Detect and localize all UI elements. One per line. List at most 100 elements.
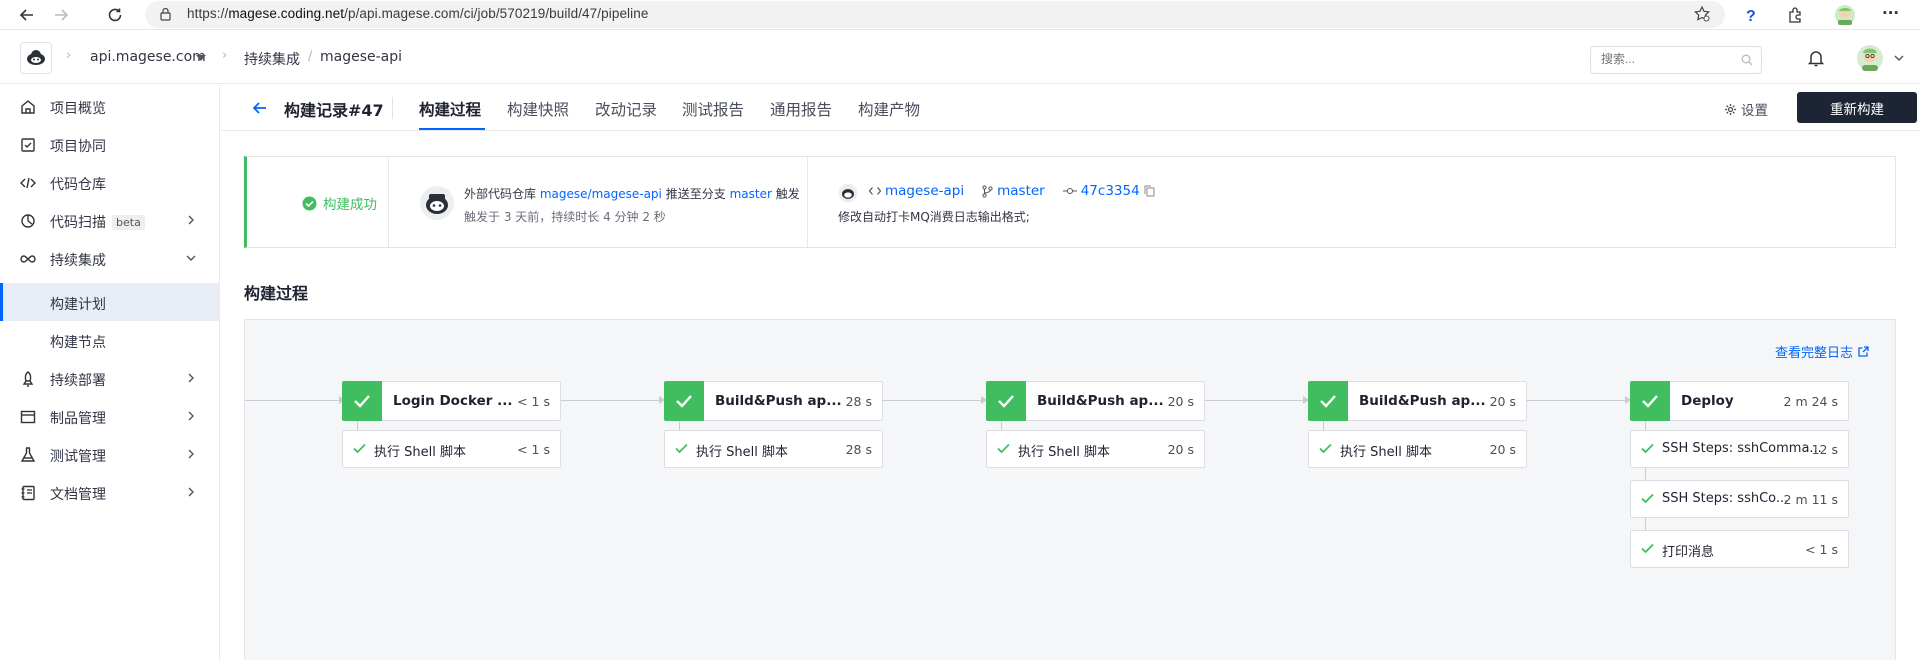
app-header: › api.magese.com › 持续集成 / magese-api bbox=[0, 30, 1920, 84]
tab-test-report[interactable]: 测试报告 bbox=[682, 98, 744, 120]
section-title: 构建过程 bbox=[244, 284, 309, 303]
tab-artifacts[interactable]: 构建产物 bbox=[858, 98, 920, 120]
breadcrumb-separator: / bbox=[308, 49, 313, 64]
build-status-card: 构建成功 外部代码仓库 magese/magese-api 推送至分支 mast… bbox=[244, 156, 1896, 248]
step-ssh-command[interactable]: SSH Steps: sshCo... 2 m 11 s bbox=[1630, 480, 1849, 518]
breadcrumb-chevron-icon: › bbox=[222, 48, 228, 63]
active-tab-indicator bbox=[419, 128, 485, 130]
coding-logo[interactable] bbox=[20, 42, 52, 74]
breadcrumb-repo[interactable]: magese-api bbox=[320, 49, 402, 65]
repo-link[interactable]: magese-api bbox=[885, 183, 964, 199]
task-check-icon bbox=[20, 137, 36, 153]
step-check-icon bbox=[997, 443, 1010, 454]
pipeline-connector bbox=[561, 400, 661, 401]
browser-toolbar: https://magese.coding.net/p/api.magese.c… bbox=[0, 0, 1920, 30]
external-link-icon bbox=[1858, 346, 1869, 357]
favorite-star-icon[interactable] bbox=[1693, 5, 1711, 23]
infinity-icon bbox=[20, 251, 36, 267]
step-check-icon bbox=[1641, 493, 1654, 504]
step-connector bbox=[357, 420, 358, 430]
stage-build-push-2[interactable]: Build&Push ap... 20 s bbox=[986, 381, 1205, 421]
search-box[interactable] bbox=[1590, 46, 1762, 74]
address-bar[interactable]: https://magese.coding.net/p/api.magese.c… bbox=[145, 1, 1725, 28]
sidebar-item-artifacts[interactable]: 制品管理 bbox=[0, 397, 220, 435]
step-shell-script[interactable]: 执行 Shell 脚本 < 1 s bbox=[342, 430, 561, 468]
trigger-time: 触发于 3 天前，持续时长 4 分钟 2 秒 bbox=[464, 210, 666, 224]
pipeline-canvas: 查看完整日志 Login Docker ... < 1 s 执行 Shell 脚… bbox=[244, 319, 1896, 660]
sidebar-item-repository[interactable]: 代码仓库 bbox=[0, 163, 220, 201]
chevron-right-icon bbox=[185, 214, 197, 226]
tab-general-report[interactable]: 通用报告 bbox=[770, 98, 832, 120]
trigger-branch-link[interactable]: master bbox=[730, 187, 772, 201]
divider bbox=[388, 157, 389, 247]
caret-down-icon[interactable] bbox=[196, 55, 206, 61]
sidebar-item-build-plans[interactable]: 构建计划 bbox=[0, 283, 220, 321]
step-shell-script[interactable]: 执行 Shell 脚本 20 s bbox=[1308, 430, 1527, 468]
view-full-log-link[interactable]: 查看完整日志 bbox=[1775, 342, 1869, 361]
rebuild-button[interactable]: 重新构建 bbox=[1797, 92, 1917, 123]
step-shell-script[interactable]: 执行 Shell 脚本 28 s bbox=[664, 430, 883, 468]
settings-button[interactable]: 设置 bbox=[1724, 99, 1768, 119]
build-record-header: 构建记录#47 构建过程 构建快照 改动记录 测试报告 通用报告 构建产物 设置… bbox=[221, 85, 1920, 131]
beta-badge: beta bbox=[112, 215, 145, 230]
forward-arrow-icon[interactable] bbox=[50, 4, 72, 26]
sidebar-item-ci[interactable]: 持续集成 bbox=[0, 239, 220, 277]
project-switcher[interactable]: api.magese.com bbox=[90, 49, 206, 65]
sidebar-item-cd[interactable]: 持续部署 bbox=[0, 359, 220, 397]
step-shell-script[interactable]: 执行 Shell 脚本 20 s bbox=[986, 430, 1205, 468]
step-connector bbox=[679, 420, 680, 430]
sidebar-item-code-scan[interactable]: 代码扫描 beta bbox=[0, 201, 220, 239]
trigger-avatar bbox=[419, 185, 455, 221]
tab-build-process[interactable]: 构建过程 bbox=[419, 98, 481, 120]
sidebar-item-docs[interactable]: 文档管理 bbox=[0, 473, 220, 511]
chevron-right-icon bbox=[185, 372, 197, 384]
chevron-right-icon bbox=[185, 448, 197, 460]
browser-menu-button[interactable]: ··· bbox=[1882, 4, 1899, 22]
code-icon bbox=[20, 175, 36, 191]
home-icon bbox=[20, 99, 36, 115]
source-info: magese-api master 47c3354 bbox=[869, 183, 1155, 199]
step-print-message[interactable]: 打印消息 < 1 s bbox=[1630, 530, 1849, 568]
user-avatar[interactable] bbox=[1856, 44, 1884, 72]
step-check-icon bbox=[1319, 443, 1332, 454]
branch-link[interactable]: master bbox=[997, 183, 1045, 199]
commit-message: 修改自动打卡MQ消费日志输出格式; bbox=[838, 210, 1030, 224]
divider bbox=[807, 157, 808, 247]
sidebar-item-testing[interactable]: 测试管理 bbox=[0, 435, 220, 473]
sidebar-item-build-nodes[interactable]: 构建节点 bbox=[0, 321, 220, 359]
stage-success-check-icon bbox=[986, 381, 1026, 421]
copy-icon[interactable] bbox=[1144, 185, 1155, 197]
sidebar-item-overview[interactable]: 项目概览 bbox=[0, 87, 220, 125]
back-arrow-icon[interactable] bbox=[16, 4, 38, 26]
extensions-icon[interactable] bbox=[1784, 4, 1806, 26]
page-title: 构建记录#47 bbox=[284, 101, 384, 120]
pipeline-connector bbox=[883, 400, 983, 401]
chevron-down-icon[interactable] bbox=[1894, 55, 1904, 62]
search-input[interactable] bbox=[1601, 52, 1731, 66]
tab-change-log[interactable]: 改动记录 bbox=[595, 98, 657, 120]
breadcrumb-ci[interactable]: 持续集成 bbox=[244, 49, 300, 69]
help-icon[interactable]: ? bbox=[1740, 4, 1762, 26]
step-check-icon bbox=[675, 443, 688, 454]
back-button[interactable] bbox=[248, 96, 272, 120]
commit-link[interactable]: 47c3354 bbox=[1081, 183, 1140, 199]
stage-deploy[interactable]: Deploy 2 m 24 s bbox=[1630, 381, 1849, 421]
notification-bell-icon[interactable] bbox=[1808, 50, 1824, 67]
sidebar: 项目概览 项目协同 代码仓库 代码扫描 beta 持续集成 构建计划 构建节点 持… bbox=[0, 85, 220, 660]
trigger-repo-link[interactable]: magese/magese-api bbox=[540, 187, 662, 201]
pipeline-connector bbox=[245, 400, 341, 401]
stage-login-docker[interactable]: Login Docker ... < 1 s bbox=[342, 381, 561, 421]
sidebar-item-collaboration[interactable]: 项目协同 bbox=[0, 125, 220, 163]
stage-build-push-3[interactable]: Build&Push ap... 20 s bbox=[1308, 381, 1527, 421]
stage-success-check-icon bbox=[1308, 381, 1348, 421]
success-check-icon bbox=[302, 196, 317, 210]
title-divider bbox=[392, 97, 393, 119]
url-text: https://magese.coding.net/p/api.magese.c… bbox=[187, 6, 649, 21]
stage-build-push-1[interactable]: Build&Push ap... 28 s bbox=[664, 381, 883, 421]
browser-profile-avatar[interactable] bbox=[1834, 4, 1856, 26]
step-ssh-command[interactable]: SSH Steps: sshComma... 12 s bbox=[1630, 430, 1849, 468]
refresh-icon[interactable] bbox=[104, 4, 126, 26]
chevron-right-icon bbox=[185, 486, 197, 498]
tab-build-snapshot[interactable]: 构建快照 bbox=[507, 98, 569, 120]
scan-icon bbox=[20, 213, 36, 229]
